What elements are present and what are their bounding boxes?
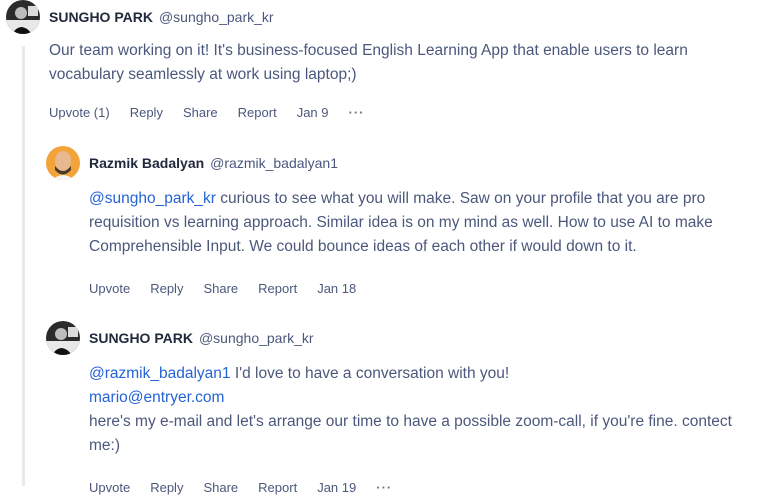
avatar-image [46,321,80,355]
reply-button[interactable]: Reply [150,480,183,495]
comment-text: I'd love to have a conversation with you… [230,365,510,382]
user-mention-link[interactable]: @razmik_badalyan1 [89,365,231,382]
avatar[interactable] [46,146,80,180]
avatar[interactable] [6,0,40,34]
reply-button[interactable]: Reply [130,105,163,120]
comment-body: Our team working on it! It's business-fo… [49,42,688,83]
share-button[interactable]: Share [183,105,218,120]
comment-date[interactable]: Jan 18 [317,281,356,296]
upvote-button[interactable]: Upvote (1) [49,105,110,120]
report-button[interactable]: Report [238,105,277,120]
author-name[interactable]: Razmik Badalyan [89,155,204,171]
comment-header: SUNGHO PARK @sungho_park_kr [6,0,751,34]
author-name[interactable]: SUNGHO PARK [89,330,193,346]
upvote-button[interactable]: Upvote [89,480,130,495]
comment-actions: Upvote Reply Share Report Jan 19 ··· [89,477,746,497]
comment-reply: Razmik Badalyan @razmik_badalyan1 @sungh… [46,146,746,298]
comment-body: @sungho_park_kr curious to see what you … [89,187,746,259]
author-name[interactable]: SUNGHO PARK [49,9,153,25]
share-button[interactable]: Share [203,281,238,296]
avatar-image [6,0,40,34]
report-button[interactable]: Report [258,281,297,296]
author-handle[interactable]: @sungho_park_kr [159,9,274,25]
comment-date[interactable]: Jan 19 [317,480,356,495]
more-options-icon[interactable]: ··· [349,105,365,120]
avatar[interactable] [46,321,80,355]
comment-body: @razmik_badalyan1 I'd love to have a con… [89,362,746,458]
email-link[interactable]: mario@entryer.com [89,386,746,410]
report-button[interactable]: Report [258,480,297,495]
comment: SUNGHO PARK @sungho_park_kr Our team wor… [6,0,751,122]
more-options-icon[interactable]: ··· [376,480,392,495]
user-mention-link[interactable]: @sungho_park_kr [89,190,216,207]
comment-header: SUNGHO PARK @sungho_park_kr [46,321,746,355]
avatar-image [46,146,80,180]
comment-reply: SUNGHO PARK @sungho_park_kr @razmik_bada… [46,321,746,497]
author-handle[interactable]: @sungho_park_kr [199,330,314,346]
upvote-button[interactable]: Upvote [89,281,130,296]
comment-actions: Upvote Reply Share Report Jan 18 [89,278,746,298]
comment-text: here's my e-mail and let's arrange our t… [89,413,732,454]
comment-actions: Upvote (1) Reply Share Report Jan 9 ··· [49,102,751,122]
author-handle[interactable]: @razmik_badalyan1 [210,155,338,171]
comment-header: Razmik Badalyan @razmik_badalyan1 [46,146,746,180]
share-button[interactable]: Share [203,480,238,495]
comment-date[interactable]: Jan 9 [297,105,329,120]
reply-button[interactable]: Reply [150,281,183,296]
